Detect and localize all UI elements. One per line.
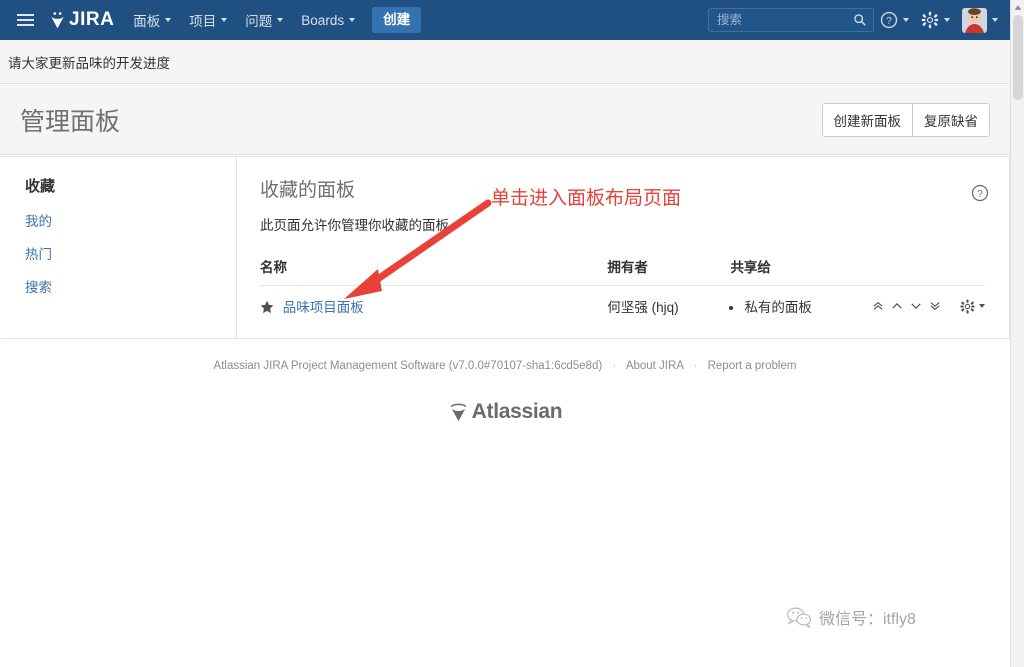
svg-text:?: ? — [886, 16, 892, 27]
restore-defaults-button[interactable]: 复原缺省 — [913, 102, 990, 137]
atlassian-logo-icon — [450, 403, 467, 421]
chevron-down-icon — [910, 303, 921, 309]
question-circle-icon: ? — [880, 11, 898, 29]
footer-text-row: Atlassian JIRA Project Management Softwa… — [0, 360, 1010, 372]
cell-shared-with: 私有的面板 — [730, 286, 868, 317]
nav-right-group: ? — [708, 0, 1010, 40]
jira-logo[interactable]: JIRA — [48, 9, 114, 31]
nav-item-label: Boards — [301, 12, 345, 28]
page-footer: Atlassian JIRA Project Management Softwa… — [0, 360, 1010, 424]
dashboards-table: 名称 拥有者 共享给 品味项目面板 何坚强 (hjq) 私有的面板 — [260, 256, 985, 316]
help-menu-button[interactable]: ? — [874, 0, 915, 40]
sidebar-panel: 收藏 我的 热门 搜索 — [1, 156, 237, 339]
create-new-dashboard-button[interactable]: 创建新面板 — [821, 102, 913, 137]
footer-separator: · — [612, 360, 617, 372]
move-to-top-button[interactable] — [868, 297, 887, 315]
list-item: 私有的面板 — [744, 296, 868, 316]
user-avatar — [962, 7, 987, 33]
settings-menu-button[interactable] — [915, 0, 956, 40]
atlassian-brand: Atlassian — [0, 400, 1010, 424]
column-header-shared-with[interactable]: 共享给 — [730, 256, 868, 286]
nav-item-label: 问题 — [245, 14, 273, 29]
watermark: 微信号：itfly8 — [786, 605, 916, 629]
nav-item-boards[interactable]: Boards — [292, 0, 364, 40]
user-profile-button[interactable] — [956, 0, 1004, 40]
shared-with-list: 私有的面板 — [730, 296, 868, 316]
footer-separator: · — [693, 360, 698, 372]
nav-item-label: 面板 — [133, 14, 161, 29]
footer-product-version: Atlassian JIRA Project Management Softwa… — [213, 360, 603, 372]
nav-item-issues[interactable]: 问题 — [236, 0, 292, 40]
create-button[interactable]: 创建 — [372, 6, 422, 34]
footer-link-report-problem[interactable]: Report a problem — [708, 360, 797, 372]
scroll-up-arrow-icon[interactable] — [1011, 0, 1024, 14]
sidebar-heading: 收藏 — [25, 178, 56, 195]
search-input[interactable] — [709, 9, 873, 31]
cell-actions — [868, 286, 985, 317]
nav-item-label: 项目 — [189, 14, 217, 29]
chevron-up-icon — [891, 303, 902, 309]
table-row: 品味项目面板 何坚强 (hjq) 私有的面板 — [260, 286, 985, 317]
hamburger-line — [16, 14, 34, 16]
scrollbar-thumb[interactable] — [1013, 15, 1023, 100]
row-settings-menu[interactable] — [960, 298, 985, 314]
chevron-down-icon — [221, 18, 228, 22]
hamburger-icon[interactable] — [8, 0, 42, 40]
search-box[interactable] — [708, 8, 874, 32]
dashboard-link[interactable]: 品味项目面板 — [283, 300, 364, 315]
chevron-down-icon — [277, 18, 284, 22]
page-scrollbar[interactable] — [1010, 0, 1024, 667]
svg-text:?: ? — [977, 189, 983, 200]
column-header-name[interactable]: 名称 — [260, 256, 608, 286]
sidebar-item-my[interactable]: 我的 — [25, 210, 236, 230]
chevron-down-icon — [992, 18, 998, 22]
cell-name: 品味项目面板 — [260, 286, 607, 317]
gear-icon — [921, 11, 939, 29]
sidebar-item-search[interactable]: 搜索 — [25, 276, 236, 296]
nav-item-dashboards[interactable]: 面板 — [124, 0, 180, 40]
column-header-owner[interactable]: 拥有者 — [607, 256, 731, 286]
sidebar-item-popular[interactable]: 热门 — [25, 243, 236, 263]
announcement-text: 请大家更新品味的开发进度 — [8, 55, 170, 71]
chevron-down-icon — [903, 18, 909, 22]
move-to-bottom-button[interactable] — [925, 297, 944, 315]
star-filled-icon[interactable] — [260, 300, 274, 314]
chevron-down-icon — [349, 18, 356, 22]
row-actions — [868, 297, 985, 315]
watermark-text: 微信号：itfly8 — [819, 611, 916, 628]
page-header: 管理面板 创建新面板 复原缺省 — [0, 85, 1010, 155]
chevron-down-icon — [979, 304, 985, 308]
page-title: 管理面板 — [20, 107, 121, 136]
annotation-label: 单击进入面板布局页面 — [491, 188, 682, 209]
announcement-banner: 请大家更新品味的开发进度 — [0, 40, 1010, 84]
hamburger-line — [16, 19, 34, 21]
hamburger-line — [16, 24, 34, 26]
cell-owner: 何坚强 (hjq) — [607, 300, 679, 315]
chevron-down-icon — [165, 18, 172, 22]
nav-item-projects[interactable]: 项目 — [180, 0, 236, 40]
page-header-actions: 创建新面板 复原缺省 — [821, 102, 990, 137]
gear-icon — [960, 298, 975, 314]
panel-help-button[interactable]: ? — [971, 184, 989, 202]
search-icon[interactable] — [853, 13, 867, 27]
question-circle-icon: ? — [971, 184, 989, 202]
footer-link-about-jira[interactable]: About JIRA — [626, 360, 684, 372]
jira-logo-text: JIRA — [69, 9, 115, 30]
top-navigation-bar: JIRA 面板 项目 问题 Boards 创建 ? — [0, 0, 1010, 40]
move-up-button[interactable] — [887, 297, 906, 315]
jira-mark-icon — [51, 11, 64, 28]
move-down-button[interactable] — [906, 297, 925, 315]
atlassian-brand-text: Atlassian — [471, 400, 563, 423]
chevron-double-down-icon — [930, 302, 939, 311]
wechat-icon — [787, 607, 811, 628]
panel-description: 此页面允许你管理你收藏的面板 — [260, 218, 449, 233]
table-header-row: 名称 拥有者 共享给 — [260, 256, 985, 286]
column-header-actions — [867, 256, 985, 286]
chevron-down-icon — [944, 18, 950, 22]
chevron-double-up-icon — [873, 301, 882, 310]
